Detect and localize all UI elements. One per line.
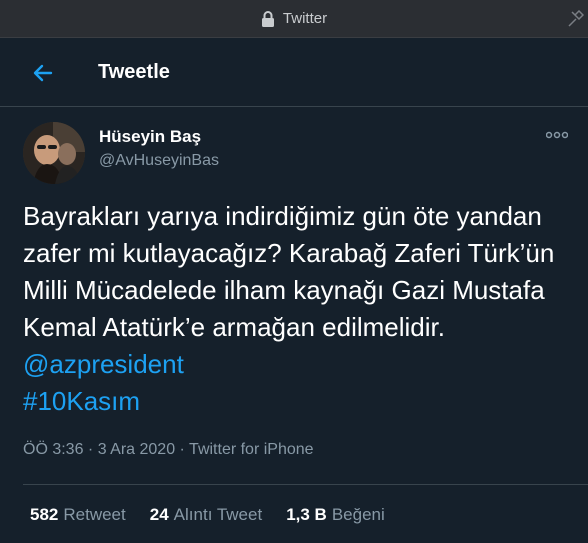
tweet-meta: ÖÖ 3:36 · 3 Ara 2020 · Twitter for iPhon… xyxy=(23,441,314,459)
tweet-author: Hüseyin Baş @AvHuseyinBas xyxy=(23,120,573,184)
meta-separator: · xyxy=(83,441,98,458)
window-titlebar: Twitter xyxy=(0,0,588,38)
quotes-label: Alıntı Tweet xyxy=(173,505,263,524)
more-options-button[interactable] xyxy=(543,124,571,146)
avatar-image xyxy=(23,122,85,184)
lock-icon xyxy=(261,10,274,27)
tweet-body: Bayrakları yarıya indirdiğimiz gün öte y… xyxy=(23,201,555,342)
likes-label: Beğeni xyxy=(331,505,385,524)
retweets-label: Retweet xyxy=(63,505,126,524)
window-title: Twitter xyxy=(282,10,328,27)
page-header: Tweetle xyxy=(0,39,588,107)
divider xyxy=(23,484,588,485)
arrow-left-icon xyxy=(33,64,53,82)
quotes-count: 24 xyxy=(149,505,169,524)
more-horizontal-icon xyxy=(546,131,568,139)
tweet-text: Bayrakları yarıya indirdiğimiz gün öte y… xyxy=(23,198,578,420)
likes-stat[interactable]: 1,3 B Beğeni xyxy=(286,505,385,525)
avatar[interactable] xyxy=(23,122,85,184)
tweet-stats: 582 Retweet 24 Alıntı Tweet 1,3 B Beğeni xyxy=(30,505,385,525)
author-handle[interactable]: @AvHuseyinBas xyxy=(99,152,219,170)
tweet-source[interactable]: Twitter for iPhone xyxy=(189,441,314,458)
mention-link[interactable]: @azpresident xyxy=(23,349,184,379)
tweet-date[interactable]: 3 Ara 2020 xyxy=(98,441,175,458)
back-button[interactable] xyxy=(28,58,58,88)
likes-count: 1,3 B xyxy=(286,505,327,524)
meta-separator: · xyxy=(175,441,190,458)
window-title-group: Twitter xyxy=(261,10,327,27)
retweets-stat[interactable]: 582 Retweet xyxy=(30,505,126,525)
pin-icon[interactable] xyxy=(566,10,584,28)
tweet-time[interactable]: ÖÖ 3:36 xyxy=(23,441,83,458)
page-title: Tweetle xyxy=(98,61,170,83)
hashtag-link[interactable]: #10Kasım xyxy=(23,386,140,416)
author-display-name[interactable]: Hüseyin Baş xyxy=(99,127,201,147)
retweets-count: 582 xyxy=(30,505,59,524)
quotes-stat[interactable]: 24 Alıntı Tweet xyxy=(150,505,262,525)
